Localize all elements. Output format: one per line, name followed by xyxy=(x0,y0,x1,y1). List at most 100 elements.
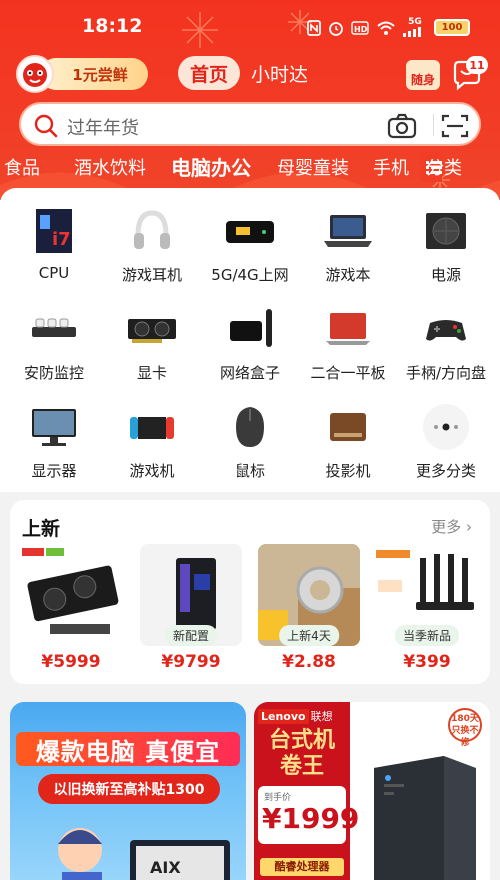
category-tab-phone[interactable]: 手机 xyxy=(373,154,409,180)
svg-text:i7: i7 xyxy=(52,229,71,250)
tv-box-icon xyxy=(222,304,278,354)
promo-banner-computer-deals[interactable]: 爆款电脑 真便宜 以旧换新至高补贴1300 AIX xyxy=(10,702,246,880)
product-image-router: 当季新品 xyxy=(376,544,478,646)
search-bar[interactable]: 过年年货 xyxy=(19,102,481,146)
power-supply-icon xyxy=(418,206,474,256)
grid-item-label: CPU xyxy=(38,264,70,282)
status-icons: HD 5G 100 xyxy=(307,18,470,37)
grid-item-mouse[interactable]: 鼠标 xyxy=(200,402,300,481)
new-arrivals-more-link[interactable]: 更多 › xyxy=(431,516,472,537)
header: 18:12 HD 5G 100 1元尝鲜 首页 小时达 随身 11 过年年货 食… xyxy=(0,0,500,200)
grid-item-label: 游戏耳机 xyxy=(121,266,182,284)
tab-home[interactable]: 首页 xyxy=(178,56,240,90)
gaming-laptop-icon xyxy=(320,206,376,256)
product-card[interactable]: 上新4天 ¥2.88 xyxy=(258,544,360,672)
grid-item-graphics-card[interactable]: 显卡 xyxy=(102,304,202,383)
suiju-label: 随身 xyxy=(410,73,435,87)
grid-item-2in1-tablet[interactable]: 二合一平板 xyxy=(298,304,398,383)
scan-icon[interactable] xyxy=(441,113,469,143)
gamepad-icon xyxy=(418,304,474,354)
category-tab-food[interactable]: 食品 xyxy=(4,154,40,180)
product-price: ¥9799 xyxy=(161,652,221,672)
grid-item-security[interactable]: 安防监控 xyxy=(4,304,104,383)
tab-hourly-delivery[interactable]: 小时达 xyxy=(251,60,308,87)
lenovo-brand-cn: 联想 xyxy=(310,710,333,723)
grid-item-label: 更多分类 xyxy=(415,462,476,480)
headphones-icon xyxy=(124,206,180,256)
monitor-icon xyxy=(26,402,82,452)
all-categories-label: 分类 xyxy=(426,158,462,179)
category-tab-baby[interactable]: 母婴童装 xyxy=(277,154,349,180)
product-image-tape: 上新4天 xyxy=(258,544,360,646)
alarm-icon xyxy=(328,20,344,36)
promo-banner-lenovo-desktop[interactable]: Lenovo 联想 台式机 卷王 到手价 ¥1999 酷睿处理器 180天只换不修 xyxy=(254,702,490,880)
grid-item-monitor[interactable]: 显示器 xyxy=(4,402,104,481)
svg-text:HD: HD xyxy=(354,25,368,34)
search-input[interactable]: 过年年货 xyxy=(67,114,139,140)
chevron-right-icon: › xyxy=(466,518,472,536)
grid-item-cpu[interactable]: i7 CPU xyxy=(4,206,104,282)
grid-item-label: 5G/4G上网 xyxy=(211,266,289,284)
lenovo-title: 台式机 卷王 xyxy=(258,728,346,780)
more-dots-icon xyxy=(418,402,474,452)
top-nav: 1元尝鲜 首页 小时达 随身 11 xyxy=(0,52,500,94)
suiju-button[interactable]: 随身 xyxy=(406,60,440,90)
product-card[interactable]: 新配置 ¥9799 xyxy=(140,544,242,672)
trial-button[interactable]: 1元尝鲜 xyxy=(40,58,148,90)
lenovo-brand: Lenovo 联想 xyxy=(258,708,333,724)
status-bar: 18:12 HD 5G 100 xyxy=(0,0,500,52)
grid-item-gaming-laptop[interactable]: 游戏本 xyxy=(298,206,398,285)
lenovo-title-line1: 台式机 xyxy=(268,728,335,753)
category-grid: i7 CPU 游戏耳机 5G/4G上网 游戏本 电源 安防监控 显卡 网络盒子 … xyxy=(0,188,500,492)
grid-item-label: 显示器 xyxy=(31,462,77,480)
grid-item-power-supply[interactable]: 电源 xyxy=(396,206,496,285)
lenovo-title-line2: 卷王 xyxy=(279,754,324,779)
warranty-seal: 180天只换不修 xyxy=(448,708,482,748)
search-icon xyxy=(33,113,59,143)
processor-chip-label: 酷睿处理器 xyxy=(260,858,344,876)
2in1-tablet-icon xyxy=(320,304,376,354)
new-arrivals-section: 上新 更多 › ¥5999 新配置 ¥9799 上新4天 ¥2.88 当季新品 … xyxy=(10,500,490,684)
promo-illustration: AIX xyxy=(58,828,230,880)
grid-item-gaming-headset[interactable]: 游戏耳机 xyxy=(102,206,202,285)
grid-item-gamepad[interactable]: 手柄/方向盘 xyxy=(396,304,496,383)
product-card[interactable]: ¥5999 xyxy=(20,544,122,672)
grid-item-projector[interactable]: 投影机 xyxy=(298,402,398,481)
nfc-icon xyxy=(307,19,321,36)
all-categories-button[interactable]: 分类 xyxy=(420,152,462,182)
product-price: ¥2.88 xyxy=(282,652,336,672)
desktop-tower-image xyxy=(374,756,476,880)
mobile-router-icon xyxy=(222,206,278,256)
grid-item-more-categories[interactable]: 更多分类 xyxy=(396,402,496,481)
promo-subline: 以旧换新至高补贴1300 xyxy=(38,774,220,804)
hd-icon: HD xyxy=(351,20,369,35)
product-tag: 新配置 xyxy=(164,625,218,646)
grid-item-label: 安防监控 xyxy=(23,364,84,382)
new-arrivals-title: 上新 xyxy=(22,518,61,540)
product-card[interactable]: 当季新品 ¥399 xyxy=(376,544,478,672)
game-console-icon xyxy=(124,402,180,452)
grid-item-5g-4g[interactable]: 5G/4G上网 xyxy=(200,206,300,285)
promo-headline: 爆款电脑 真便宜 xyxy=(16,732,240,766)
grid-item-label: 游戏机 xyxy=(129,462,175,480)
category-tab-bar: 食品 酒水饮料 电脑办公 母婴童装 手机 分类 xyxy=(0,152,500,182)
grid-item-label: 网络盒子 xyxy=(219,364,280,382)
camera-icon[interactable] xyxy=(387,113,417,143)
lenovo-price: ¥1999 xyxy=(262,802,360,835)
grid-item-game-console[interactable]: 游戏机 xyxy=(102,402,202,481)
message-button[interactable]: 11 xyxy=(450,56,488,92)
category-tab-computer-office[interactable]: 电脑办公 xyxy=(171,152,251,181)
grid-item-label: 鼠标 xyxy=(234,462,265,480)
mouse-icon xyxy=(222,402,278,452)
security-camera-icon xyxy=(26,304,82,354)
grid-item-tv-box[interactable]: 网络盒子 xyxy=(200,304,300,383)
jd-mascot-icon[interactable] xyxy=(16,55,54,93)
message-badge: 11 xyxy=(466,56,488,74)
product-price: ¥399 xyxy=(403,652,451,672)
cpu-box-icon: i7 xyxy=(26,206,82,256)
product-image-graphics-card xyxy=(20,544,122,646)
category-tab-drinks[interactable]: 酒水饮料 xyxy=(74,154,146,180)
product-price: ¥5999 xyxy=(41,652,101,672)
grid-item-label: 电源 xyxy=(430,266,461,284)
battery-icon: 100 xyxy=(434,19,470,36)
